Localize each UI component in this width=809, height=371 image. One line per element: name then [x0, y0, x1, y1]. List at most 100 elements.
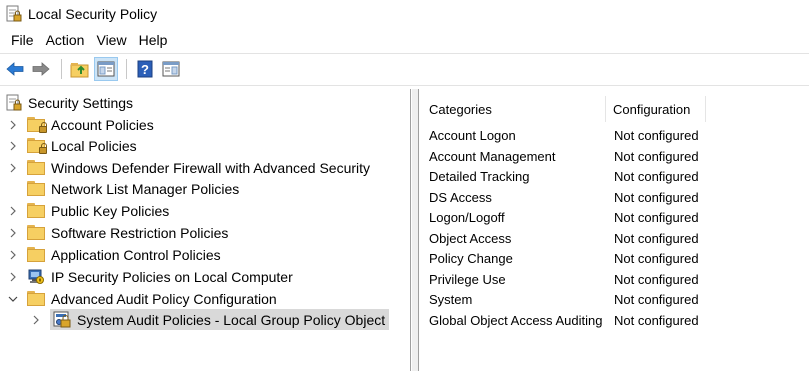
menu-divider [0, 53, 809, 54]
category-cell: Privilege Use [429, 271, 506, 287]
configuration-cell: Not configured [614, 127, 699, 143]
list-item[interactable]: Policy Change Not configured [419, 248, 699, 268]
category-cell: Logon/Logoff [429, 209, 505, 225]
list-item[interactable]: DS Access Not configured [419, 187, 699, 207]
chevron-right-icon[interactable] [6, 204, 20, 218]
svg-text:?: ? [141, 62, 149, 77]
locked-folder-icon [27, 117, 47, 133]
chevron-right-icon[interactable] [6, 248, 20, 262]
menu-file[interactable]: File [5, 30, 40, 50]
toolbar-divider [0, 85, 809, 86]
tree-item-label: Account Policies [51, 116, 154, 133]
tree-item-label: Network List Manager Policies [51, 180, 240, 197]
tree-item-label: Software Restriction Policies [51, 224, 229, 241]
list-item[interactable]: Account Logon Not configured [419, 125, 699, 145]
chevron-right-icon[interactable] [6, 139, 20, 153]
list-header: Categories Configuration [419, 96, 706, 122]
configuration-cell: Not configured [614, 230, 699, 246]
menu-view[interactable]: View [90, 30, 132, 50]
security-settings-icon [6, 94, 22, 112]
list-item[interactable]: System Not configured [419, 289, 699, 309]
locked-folder-icon [27, 138, 47, 154]
configuration-cell: Not configured [614, 189, 699, 205]
security-policy-icon [6, 5, 22, 23]
forward-icon [32, 62, 50, 76]
folder-icon [27, 203, 45, 218]
folder-icon [27, 181, 45, 196]
tree-root-label: Security Settings [28, 94, 134, 111]
help-icon: ? [137, 60, 153, 78]
category-cell: Policy Change [429, 250, 513, 266]
list-item[interactable]: Privilege Use Not configured [419, 269, 699, 289]
list-item[interactable]: Object Access Not configured [419, 228, 699, 248]
tree-item-label: Advanced Audit Policy Configuration [51, 290, 277, 307]
configuration-cell: Not configured [614, 209, 699, 225]
menu-help[interactable]: Help [133, 30, 174, 50]
expander-placeholder [6, 182, 20, 196]
tree-item-label: IP Security Policies on Local Computer [51, 268, 293, 285]
show-hide-action-pane-icon [162, 61, 180, 77]
column-header-categories[interactable]: Categories [419, 96, 606, 122]
chevron-down-icon[interactable] [6, 292, 20, 306]
title-bar: Local Security Policy [0, 0, 809, 28]
help-button[interactable]: ? [133, 57, 157, 81]
category-cell: DS Access [429, 189, 492, 205]
category-cell: Detailed Tracking [429, 168, 530, 184]
tree-item-label: System Audit Policies - Local Group Poli… [77, 311, 386, 328]
tree-item-application-control-policies[interactable]: Application Control Policies [6, 244, 221, 265]
category-cell: Global Object Access Auditing [429, 312, 603, 328]
tree-item-public-key-policies[interactable]: Public Key Policies [6, 200, 169, 221]
console-tree: Security Settings Account Policies Local… [0, 89, 411, 371]
tree-item-label: Local Policies [51, 137, 137, 154]
tree-item-software-restriction-policies[interactable]: Software Restriction Policies [6, 222, 228, 243]
folder-icon [27, 225, 45, 240]
tree-item-label: Public Key Policies [51, 202, 170, 219]
show-hide-action-pane-button[interactable] [159, 57, 183, 81]
list-item[interactable]: Account Management Not configured [419, 146, 699, 166]
folder-icon [27, 247, 45, 262]
configuration-cell: Not configured [614, 271, 699, 287]
tree-item-network-list-manager[interactable]: Network List Manager Policies [6, 178, 239, 199]
category-cell: System [429, 291, 473, 307]
list-item[interactable]: Logon/Logoff Not configured [419, 207, 699, 227]
column-header-label: Configuration [613, 101, 691, 117]
menu-bar: File Action View Help [0, 29, 173, 51]
column-header-label: Categories [429, 101, 492, 117]
chevron-right-icon[interactable] [6, 226, 20, 240]
menu-action[interactable]: Action [40, 30, 91, 50]
tree-item-account-policies[interactable]: Account Policies [6, 114, 154, 135]
up-folder-icon [70, 63, 89, 78]
chevron-right-icon[interactable] [6, 118, 20, 132]
tree-item-windows-defender-firewall[interactable]: Windows Defender Firewall with Advanced … [6, 157, 370, 178]
chevron-right-icon[interactable] [6, 161, 20, 175]
configuration-cell: Not configured [614, 291, 699, 307]
toolbar-separator [126, 59, 127, 79]
configuration-cell: Not configured [614, 250, 699, 266]
tree-item-system-audit-policies[interactable]: System Audit Policies - Local Group Poli… [29, 309, 390, 330]
back-button[interactable] [3, 57, 27, 81]
show-hide-console-tree-icon [97, 61, 115, 77]
category-cell: Account Management [429, 148, 556, 164]
forward-button[interactable] [29, 57, 53, 81]
configuration-cell: Not configured [614, 312, 699, 328]
tree-root[interactable]: Security Settings [6, 92, 133, 113]
category-cell: Object Access [429, 230, 512, 246]
group-policy-icon [52, 311, 72, 328]
ip-security-icon [27, 268, 45, 285]
tree-item-local-policies[interactable]: Local Policies [6, 135, 137, 156]
chevron-right-icon[interactable] [29, 313, 43, 327]
list-item[interactable]: Detailed Tracking Not configured [419, 166, 699, 186]
list-item[interactable]: Global Object Access Auditing Not config… [419, 310, 699, 330]
column-header-configuration[interactable]: Configuration [606, 96, 706, 122]
show-hide-console-tree-button[interactable] [94, 57, 118, 81]
folder-icon [27, 291, 45, 306]
toolbar: ? [0, 55, 185, 83]
up-one-level-button[interactable] [68, 57, 92, 81]
tree-item-label: Windows Defender Firewall with Advanced … [51, 159, 371, 176]
selected-item-highlight: System Audit Policies - Local Group Poli… [50, 309, 390, 330]
configuration-cell: Not configured [614, 168, 699, 184]
back-icon [6, 62, 24, 76]
tree-item-advanced-audit-policy[interactable]: Advanced Audit Policy Configuration [6, 288, 277, 309]
tree-item-ip-security-policies[interactable]: IP Security Policies on Local Computer [6, 266, 293, 287]
chevron-right-icon[interactable] [6, 270, 20, 284]
